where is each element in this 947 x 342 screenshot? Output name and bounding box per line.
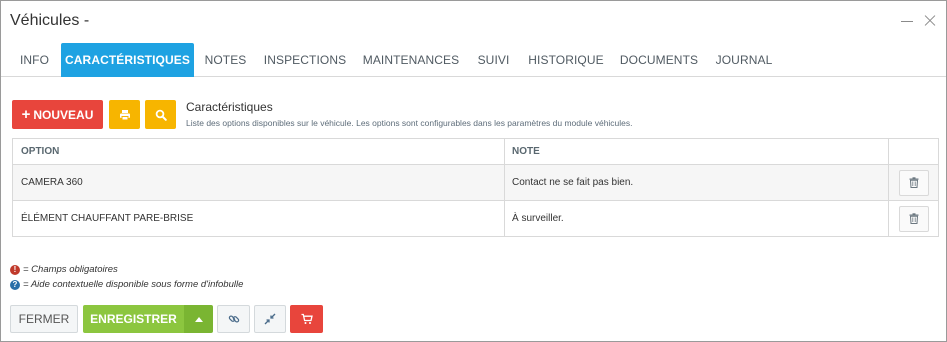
cell-actions bbox=[889, 201, 938, 236]
save-options-button[interactable] bbox=[184, 305, 213, 333]
tab-caracteristiques[interactable]: CARACTÉRISTIQUES bbox=[61, 43, 194, 77]
tab-info[interactable]: INFO bbox=[12, 43, 57, 77]
search-icon bbox=[155, 109, 167, 121]
cell-note: Contact ne se fait pas bien. bbox=[505, 165, 889, 200]
cell-option: CAMERA 360 bbox=[13, 165, 505, 200]
print-icon bbox=[119, 109, 130, 120]
cart-button[interactable] bbox=[290, 305, 323, 333]
delete-row-button[interactable] bbox=[898, 205, 929, 232]
section-title: Caractéristiques bbox=[186, 100, 273, 114]
link-button[interactable] bbox=[217, 305, 250, 333]
save-button[interactable]: ENREGISTRER bbox=[83, 305, 184, 333]
new-button-label: NOUVEAU bbox=[33, 107, 94, 122]
legend-required-text: = Champs obligatoires bbox=[23, 264, 118, 275]
table-row[interactable]: ÉLÉMENT CHAUFFANT PARE-BRISE À surveille… bbox=[13, 201, 938, 236]
cell-actions bbox=[889, 165, 938, 200]
close-button[interactable]: FERMER bbox=[10, 305, 78, 333]
column-header-note[interactable]: NOTE bbox=[505, 139, 889, 164]
table-row[interactable]: CAMERA 360 Contact ne se fait pas bien. bbox=[13, 165, 938, 201]
vehicle-dialog: Véhicules - INFO CARACTÉRISTIQUES NOTES … bbox=[0, 0, 947, 342]
exclamation-icon: ! bbox=[10, 264, 20, 275]
print-button[interactable] bbox=[109, 100, 140, 129]
compress-button[interactable] bbox=[254, 305, 286, 333]
legend-help-text: = Aide contextuelle disponible sous form… bbox=[23, 279, 244, 290]
tab-bar: INFO CARACTÉRISTIQUES NOTES INSPECTIONS … bbox=[1, 43, 946, 77]
cell-option: ÉLÉMENT CHAUFFANT PARE-BRISE bbox=[13, 201, 505, 236]
tab-historique[interactable]: HISTORIQUE bbox=[525, 43, 607, 77]
cart-icon bbox=[301, 313, 313, 324]
compress-icon bbox=[264, 313, 276, 325]
tab-inspections[interactable]: INSPECTIONS bbox=[260, 43, 350, 77]
new-button[interactable]: + NOUVEAU bbox=[12, 100, 103, 129]
caret-up-icon bbox=[194, 316, 203, 322]
section-description: Liste des options disponibles sur le véh… bbox=[186, 118, 633, 128]
cell-note: À surveiller. bbox=[505, 201, 889, 236]
search-button[interactable] bbox=[145, 100, 176, 129]
tab-journal[interactable]: JOURNAL bbox=[711, 43, 777, 77]
options-table: OPTION NOTE CAMERA 360 Contact ne se fai… bbox=[12, 138, 939, 237]
minimize-icon[interactable] bbox=[898, 12, 916, 30]
legend-required: ! = Champs obligatoires bbox=[10, 264, 118, 275]
trash-icon bbox=[909, 213, 918, 224]
delete-row-button[interactable] bbox=[898, 169, 929, 196]
question-icon: ? bbox=[10, 279, 20, 290]
table-header: OPTION NOTE bbox=[13, 139, 938, 165]
column-header-actions bbox=[889, 139, 938, 164]
tab-notes[interactable]: NOTES bbox=[198, 43, 253, 77]
tab-suivi[interactable]: SUIVI bbox=[471, 43, 516, 77]
column-header-option[interactable]: OPTION bbox=[13, 139, 505, 164]
tab-maintenances[interactable]: MAINTENANCES bbox=[359, 43, 463, 77]
link-icon bbox=[228, 315, 239, 323]
window-title: Véhicules - bbox=[10, 12, 90, 29]
trash-icon bbox=[909, 177, 918, 188]
tab-documents[interactable]: DOCUMENTS bbox=[616, 43, 702, 77]
title-bar: Véhicules - bbox=[1, 1, 946, 43]
close-icon[interactable] bbox=[921, 12, 939, 30]
plus-icon: + bbox=[21, 106, 31, 123]
legend-help: ? = Aide contextuelle disponible sous fo… bbox=[10, 279, 243, 290]
